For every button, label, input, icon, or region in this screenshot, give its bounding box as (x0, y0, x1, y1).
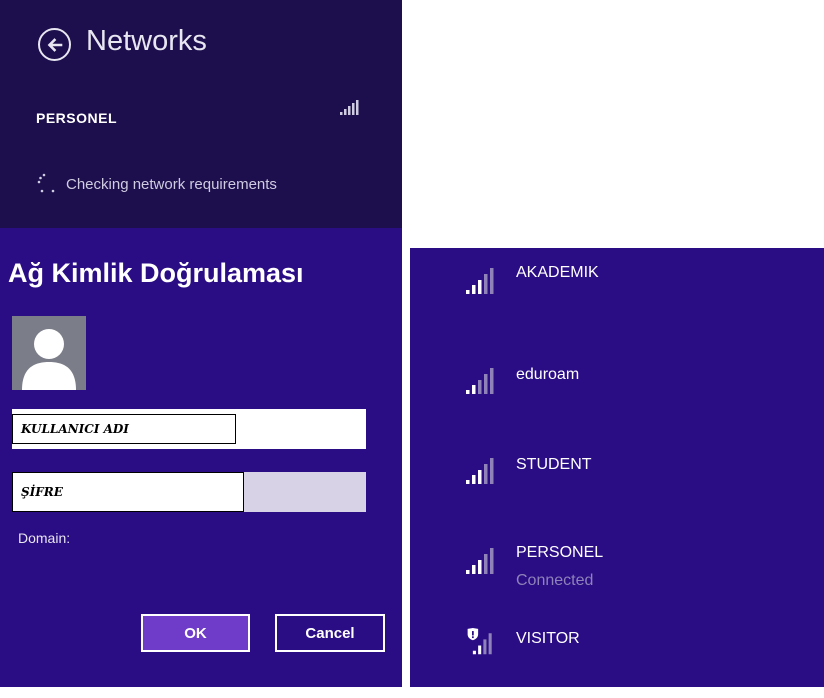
progress-spinner-icon (37, 173, 55, 193)
wifi-signal-icon (340, 100, 359, 115)
domain-label: Domain: (18, 530, 71, 546)
wifi-signal-shield-icon (467, 628, 492, 655)
current-network-name: PERSONEL (36, 110, 118, 126)
networks-header-panel: Networks PERSONEL Checking network requi… (0, 0, 402, 228)
network-item-eduroam[interactable]: eduroam (410, 366, 824, 436)
network-ssid: PERSONEL (516, 544, 604, 561)
network-ssid: eduroam (516, 366, 580, 383)
status-text: Checking network requirements (66, 176, 277, 193)
network-ssid: STUDENT (516, 456, 592, 473)
network-item-personel[interactable]: PERSONEL Connected (410, 544, 824, 614)
password-field[interactable]: ŞİFRE (12, 472, 366, 512)
network-ssid: VISITOR (516, 630, 580, 647)
username-field[interactable]: KULLANICI ADI (12, 409, 366, 449)
wifi-signal-icon (466, 548, 494, 574)
network-item-student[interactable]: STUDENT (410, 456, 824, 526)
dialog-title: Ağ Kimlik Doğrulaması (8, 258, 304, 288)
page-title: Networks (86, 25, 207, 57)
username-label: KULLANICI ADI (12, 414, 236, 444)
user-avatar-icon (12, 316, 86, 390)
wifi-signal-icon (466, 458, 494, 484)
network-ssid: AKADEMIK (516, 264, 599, 281)
cancel-button[interactable]: Cancel (275, 614, 385, 652)
network-item-visitor[interactable]: VISITOR (410, 628, 824, 698)
network-item-akademik[interactable]: AKADEMIK (410, 260, 824, 330)
wifi-signal-icon (466, 368, 494, 394)
back-arrow-circle-icon[interactable] (38, 28, 71, 61)
network-list: AKADEMIK eduroam STUDENT PERSONEL Connec… (410, 248, 824, 687)
ok-button[interactable]: OK (141, 614, 250, 652)
network-status: Connected (516, 572, 594, 589)
password-label: ŞİFRE (12, 472, 244, 512)
wifi-signal-icon (466, 268, 494, 294)
